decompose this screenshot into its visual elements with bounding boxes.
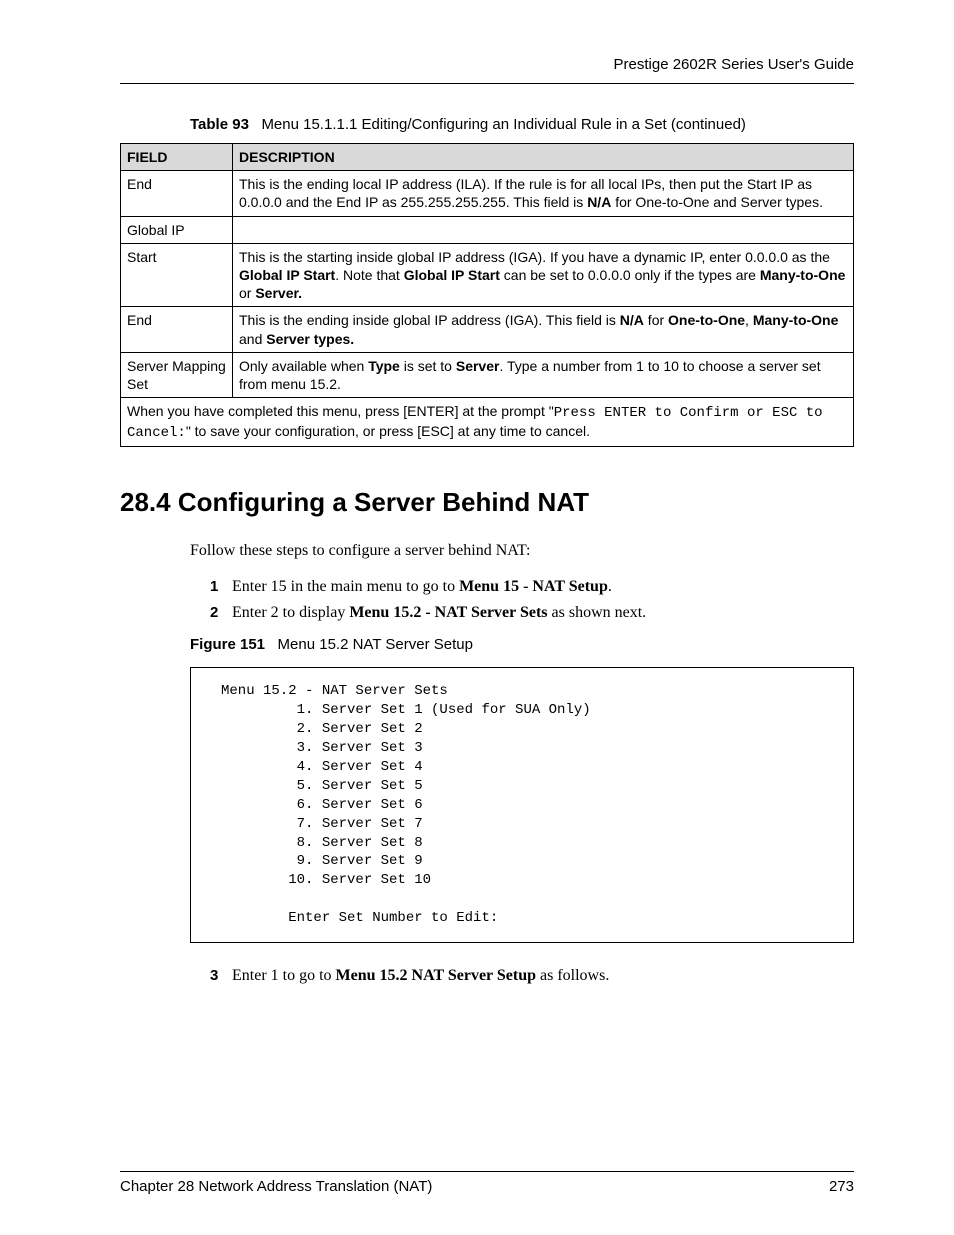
list-item: 1 Enter 15 in the main menu to go to Men… [210, 578, 854, 596]
header-guide-title: Prestige 2602R Series User's Guide [120, 56, 854, 73]
table-row: End This is the ending local IP address … [121, 171, 854, 216]
table-footer-row: When you have completed this menu, press… [121, 398, 854, 447]
txt: , [745, 312, 753, 328]
table-footer-cell: When you have completed this menu, press… [121, 398, 854, 447]
table-caption: Table 93 Menu 15.1.1.1 Editing/Configuri… [190, 116, 854, 133]
section-intro: Follow these steps to configure a server… [190, 542, 854, 560]
txt-bold: Server types. [266, 331, 354, 347]
txt: as follows. [536, 967, 609, 984]
txt-bold: Many-to-One [753, 312, 839, 328]
txt: Enter 1 to go to [232, 967, 336, 984]
cell-desc: This is the ending local IP address (ILA… [233, 171, 854, 216]
table-header-row: FIELD DESCRIPTION [121, 144, 854, 171]
txt: and [239, 331, 266, 347]
figure-label: Figure 151 [190, 636, 265, 653]
th-field: FIELD [121, 144, 233, 171]
txt: is set to [400, 358, 456, 374]
list-item: 2 Enter 2 to display Menu 15.2 - NAT Ser… [210, 604, 854, 622]
txt: This is the ending inside global IP addr… [239, 312, 620, 328]
steps-list-cont: 3 Enter 1 to go to Menu 15.2 NAT Server … [210, 967, 854, 985]
list-item: 3 Enter 1 to go to Menu 15.2 NAT Server … [210, 967, 854, 985]
table-row: Server Mapping Set Only available when T… [121, 352, 854, 397]
txt: This is the starting inside global IP ad… [239, 249, 830, 265]
cell-desc [233, 216, 854, 243]
txt: or [239, 285, 255, 301]
txt: for [644, 312, 668, 328]
table-caption-body: Menu 15.1.1.1 Editing/Configuring an Ind… [261, 116, 745, 133]
txt: as shown next. [548, 604, 647, 621]
txt-bold: Server [456, 358, 500, 374]
txt-bold: Global IP Start [239, 267, 335, 283]
section-heading: 28.4 Configuring a Server Behind NAT [120, 487, 854, 518]
th-description: DESCRIPTION [233, 144, 854, 171]
step-number: 2 [210, 604, 218, 621]
txt: Enter 2 to display [232, 604, 349, 621]
footer-rule [120, 1171, 854, 1172]
txt: . [608, 578, 612, 595]
step-number: 1 [210, 578, 218, 595]
table-row: Start This is the starting inside global… [121, 243, 854, 307]
txt-bold: One-to-One [668, 312, 745, 328]
txt: . Note that [335, 267, 403, 283]
txt: can be set to 0.0.0.0 only if the types … [500, 267, 760, 283]
txt-bold: N/A [620, 312, 644, 328]
cell-desc: This is the ending inside global IP addr… [233, 307, 854, 352]
steps-list: 1 Enter 15 in the main menu to go to Men… [210, 578, 854, 622]
header-rule [120, 83, 854, 84]
rule-table: FIELD DESCRIPTION End This is the ending… [120, 143, 854, 447]
txt-bold: Server. [255, 285, 302, 301]
cell-field: Start [121, 243, 233, 307]
cell-field: End [121, 307, 233, 352]
cell-field: Server Mapping Set [121, 352, 233, 397]
txt-bold: Many-to-One [760, 267, 846, 283]
table-row: End This is the ending inside global IP … [121, 307, 854, 352]
txt-bold: Global IP Start [404, 267, 500, 283]
cell-desc: Only available when Type is set to Serve… [233, 352, 854, 397]
txt: Enter 15 in the main menu to go to [232, 578, 459, 595]
txt: " to save your configuration, or press [… [186, 423, 590, 439]
txt: for One-to-One and Server types. [611, 194, 823, 210]
txt-bold: Menu 15 - NAT Setup [459, 578, 608, 595]
cell-field: Global IP [121, 216, 233, 243]
txt: Only available when [239, 358, 368, 374]
footer-chapter: Chapter 28 Network Address Translation (… [120, 1178, 432, 1195]
figure-caption: Figure 151 Menu 15.2 NAT Server Setup [190, 636, 854, 653]
txt-bold: Type [368, 358, 400, 374]
terminal-output: Menu 15.2 - NAT Server Sets 1. Server Se… [190, 667, 854, 943]
page-footer: Chapter 28 Network Address Translation (… [120, 1171, 854, 1195]
txt-bold: Menu 15.2 - NAT Server Sets [349, 604, 547, 621]
step-number: 3 [210, 967, 218, 984]
spacer [269, 636, 277, 653]
txt-bold: N/A [587, 194, 611, 210]
footer-page-number: 273 [829, 1178, 854, 1195]
table-row: Global IP [121, 216, 854, 243]
txt-bold: Menu 15.2 NAT Server Setup [336, 967, 536, 984]
table-caption-label: Table 93 [190, 116, 249, 133]
cell-desc: This is the starting inside global IP ad… [233, 243, 854, 307]
figure-text: Menu 15.2 NAT Server Setup [278, 636, 473, 653]
cell-field: End [121, 171, 233, 216]
txt: When you have completed this menu, press… [127, 403, 554, 419]
